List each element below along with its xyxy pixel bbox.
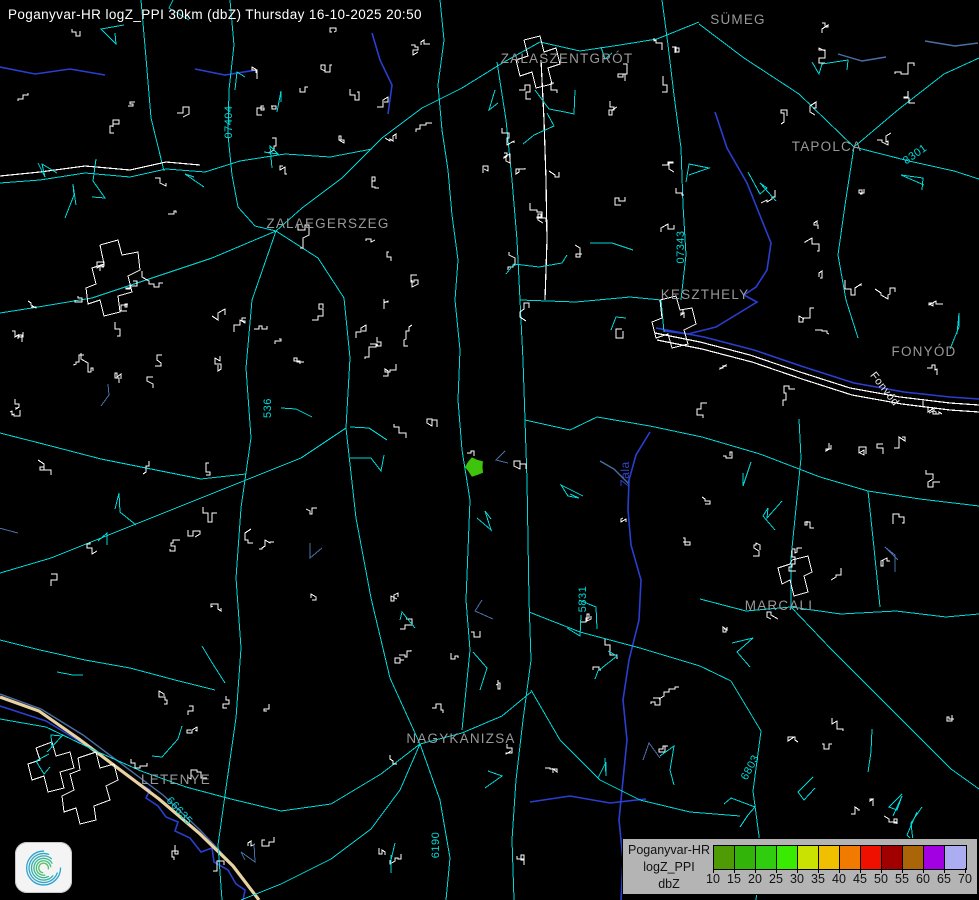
legend-swatch: [861, 846, 882, 869]
legend-colorbar: [713, 845, 967, 870]
city-label: LETENYE: [141, 772, 211, 787]
spiral-icon: [21, 847, 67, 889]
legend-tick-label: 70: [958, 872, 972, 886]
road-number-label: 07343: [675, 230, 687, 263]
river-name-label: Zala: [618, 461, 632, 486]
legend-swatch: [945, 846, 966, 869]
legend-swatch: [903, 846, 924, 869]
title-text: Poganyvar-HR logZ_PPI 30km (dbZ) Thursda…: [8, 7, 422, 22]
legend-tick-label: 55: [895, 872, 909, 886]
legend-tick-label: 40: [832, 872, 846, 886]
legend-panel: Poganyvar-HR logZ_PPI dbZ 10 15 20 25 30 35 40…: [622, 838, 978, 895]
city-label: MARCALI: [745, 598, 813, 613]
city-label: ZALASZENTGRÓT: [501, 51, 634, 66]
legend-tick-label: 15: [727, 872, 741, 886]
legend-swatch: [798, 846, 819, 869]
legend-station: Poganyvar-HR: [625, 842, 713, 859]
city-label: SÜMEG: [710, 12, 766, 27]
radar-display: ZALASZENTGRÓT SÜMEG TAPOLCA ZALAEGERSZEG KES…: [0, 0, 979, 900]
legend-tick-label: 65: [937, 872, 951, 886]
legend-tick-label: 50: [874, 872, 888, 886]
legend-tick-label: 35: [811, 872, 825, 886]
legend-swatch: [924, 846, 945, 869]
legend-names: Poganyvar-HR logZ_PPI dbZ: [625, 842, 713, 893]
legend-tick-label: 60: [916, 872, 930, 886]
met-logo[interactable]: [15, 842, 72, 893]
city-label: KESZTHELY: [661, 287, 750, 302]
legend-swatch: [756, 846, 777, 869]
road-number-label: 536: [262, 398, 274, 418]
legend-tick-label: 10: [706, 872, 720, 886]
legend-unit: dbZ: [625, 876, 713, 893]
legend-swatch: [882, 846, 903, 869]
road-number-label: 5831: [577, 586, 589, 612]
title-bar: Poganyvar-HR logZ_PPI 30km (dbZ) Thursda…: [8, 7, 422, 22]
road-number-label: 07404: [223, 105, 235, 138]
legend-swatch: [777, 846, 798, 869]
city-label: TAPOLCA: [792, 139, 862, 154]
legend-product: logZ_PPI: [625, 859, 713, 876]
legend-swatch: [819, 846, 840, 869]
legend-tick-label: 45: [853, 872, 867, 886]
legend-tick-label: 20: [748, 872, 762, 886]
road-number-label: 6190: [430, 832, 442, 858]
city-label: ZALAEGERSZEG: [266, 216, 389, 231]
city-label: FONYÓD: [892, 344, 957, 359]
legend-swatch: [840, 846, 861, 869]
radar-map-canvas: ZALASZENTGRÓT SÜMEG TAPOLCA ZALAEGERSZEG KES…: [0, 0, 979, 900]
legend-swatch: [735, 846, 756, 869]
legend-tick-label: 30: [790, 872, 804, 886]
legend-swatch: [714, 846, 735, 869]
city-label: NAGYKANIZSA: [406, 731, 515, 746]
legend-tick-label: 25: [769, 872, 783, 886]
